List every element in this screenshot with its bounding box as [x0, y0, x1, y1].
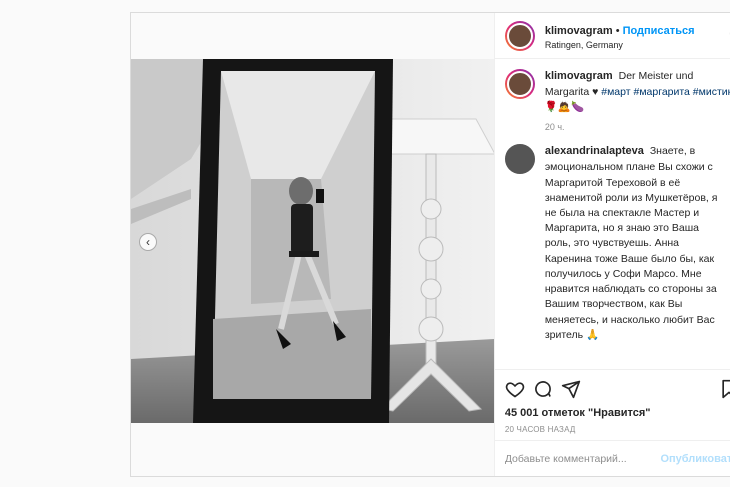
add-comment-bar: Опубликовать — [494, 440, 730, 476]
comment-item: alexandrinalapteva Знаете, в эмоциональн… — [504, 144, 730, 343]
post-timestamp[interactable]: 20 ЧАСОВ НАЗАД — [495, 423, 730, 440]
comments-list: klimovagram Der Meister und Margarita ♥ … — [495, 59, 730, 369]
caption-emojis: 🌹🙇🍆 — [544, 101, 585, 114]
comment-icon[interactable] — [529, 375, 557, 403]
post-media: ‹ — [131, 13, 494, 476]
header-text: klimovagram • Подписаться Ratingen, German… — [545, 20, 695, 51]
caption-avatar[interactable] — [504, 69, 535, 99]
share-icon[interactable] — [557, 375, 585, 403]
chevron-left-icon: ‹ — [146, 235, 150, 249]
post-photo[interactable] — [131, 59, 494, 423]
separator-dot: • — [615, 24, 620, 37]
instagram-post: ‹ klimovagram • Подписаться Ratingen, Germ… — [130, 12, 730, 477]
avatar[interactable] — [504, 20, 535, 51]
comment-avatar[interactable] — [504, 144, 535, 175]
comment-body: alexandrinalapteva Знаете, в эмоциональн… — [545, 144, 730, 343]
username-link[interactable]: klimovagram — [545, 25, 613, 37]
caption-username[interactable]: klimovagram — [545, 70, 613, 82]
post-sidebar: klimovagram • Подписаться Ratingen, German… — [493, 13, 730, 476]
caption-time[interactable]: 20 ч. — [545, 121, 730, 134]
mirror-selfie-photo — [131, 59, 494, 423]
caption-hashtags[interactable]: #март #маргарита #мистика — [601, 86, 730, 98]
caption-body: klimovagram Der Meister und Margarita ♥ … — [545, 69, 730, 134]
heart-icon[interactable] — [501, 375, 529, 403]
comment-username[interactable]: alexandrinalapteva — [545, 145, 644, 157]
action-bar — [494, 369, 730, 407]
post-header: klimovagram • Подписаться Ratingen, German… — [494, 13, 730, 59]
location-link[interactable]: Ratingen, Germany — [545, 40, 695, 51]
likes-count[interactable]: 45 001 отметок "Нравится" — [495, 407, 730, 423]
bookmark-icon[interactable] — [715, 375, 730, 403]
follow-button[interactable]: Подписаться — [623, 25, 695, 37]
comment-input[interactable] — [504, 452, 661, 465]
caption: klimovagram Der Meister und Margarita ♥ … — [504, 69, 730, 134]
carousel-prev-button[interactable]: ‹ — [139, 233, 157, 251]
publish-button[interactable]: Опубликовать — [660, 453, 730, 465]
comment-text: Знаете, в эмоциональном плане Вы схожи с… — [544, 145, 718, 341]
